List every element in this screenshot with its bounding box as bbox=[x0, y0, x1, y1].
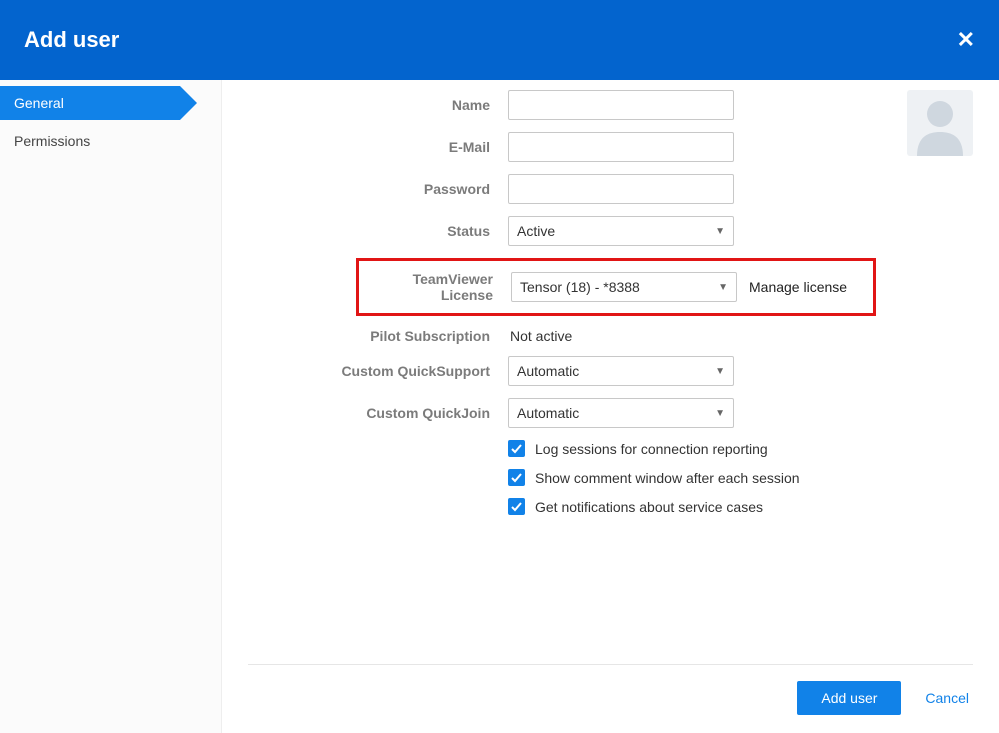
close-icon[interactable]: ✕ bbox=[957, 27, 975, 53]
license-select[interactable]: Tensor (18) - *8388 ▼ bbox=[511, 272, 737, 302]
check-icon bbox=[510, 500, 523, 513]
label-cqs: Custom QuickSupport bbox=[248, 363, 508, 379]
checkbox-show-comment[interactable] bbox=[508, 469, 525, 486]
chevron-down-icon: ▼ bbox=[718, 282, 728, 293]
tab-general[interactable]: General bbox=[0, 86, 180, 120]
pilot-value: Not active bbox=[508, 328, 572, 344]
cqs-select[interactable]: Automatic ▼ bbox=[508, 356, 734, 386]
label-password: Password bbox=[248, 181, 508, 197]
email-input[interactable] bbox=[508, 132, 734, 162]
label-name: Name bbox=[248, 97, 508, 113]
tab-permissions[interactable]: Permissions bbox=[0, 124, 221, 158]
chevron-down-icon: ▼ bbox=[715, 408, 725, 419]
status-select[interactable]: Active ▼ bbox=[508, 216, 734, 246]
dialog-title: Add user bbox=[24, 27, 119, 53]
name-input[interactable] bbox=[508, 90, 734, 120]
label-notifications: Get notifications about service cases bbox=[535, 499, 763, 515]
cqj-select[interactable]: Automatic ▼ bbox=[508, 398, 734, 428]
chevron-down-icon: ▼ bbox=[715, 226, 725, 237]
license-highlight: TeamViewer License Tensor (18) - *8388 ▼… bbox=[356, 258, 876, 316]
checkbox-log-sessions[interactable] bbox=[508, 440, 525, 457]
check-icon bbox=[510, 471, 523, 484]
avatar-icon bbox=[907, 90, 973, 156]
cancel-button[interactable]: Cancel bbox=[921, 690, 973, 706]
check-icon bbox=[510, 442, 523, 455]
cqs-value: Automatic bbox=[517, 363, 579, 379]
dialog-footer: Add user Cancel bbox=[248, 664, 973, 733]
password-input[interactable] bbox=[508, 174, 734, 204]
dialog-header: Add user ✕ bbox=[0, 0, 999, 80]
chevron-down-icon: ▼ bbox=[715, 366, 725, 377]
label-show-comment: Show comment window after each session bbox=[535, 470, 800, 486]
label-email: E-Mail bbox=[248, 139, 508, 155]
status-value: Active bbox=[517, 223, 555, 239]
label-pilot: Pilot Subscription bbox=[248, 328, 508, 344]
label-log-sessions: Log sessions for connection reporting bbox=[535, 441, 768, 457]
license-value: Tensor (18) - *8388 bbox=[520, 279, 640, 295]
label-cqj: Custom QuickJoin bbox=[248, 405, 508, 421]
checkbox-notifications[interactable] bbox=[508, 498, 525, 515]
avatar bbox=[907, 90, 973, 156]
add-user-button[interactable]: Add user bbox=[797, 681, 901, 715]
label-license: TeamViewer License bbox=[365, 271, 511, 303]
manage-license-link[interactable]: Manage license bbox=[749, 279, 847, 295]
label-status: Status bbox=[248, 223, 508, 239]
sidebar: General Permissions bbox=[0, 80, 222, 733]
cqj-value: Automatic bbox=[517, 405, 579, 421]
